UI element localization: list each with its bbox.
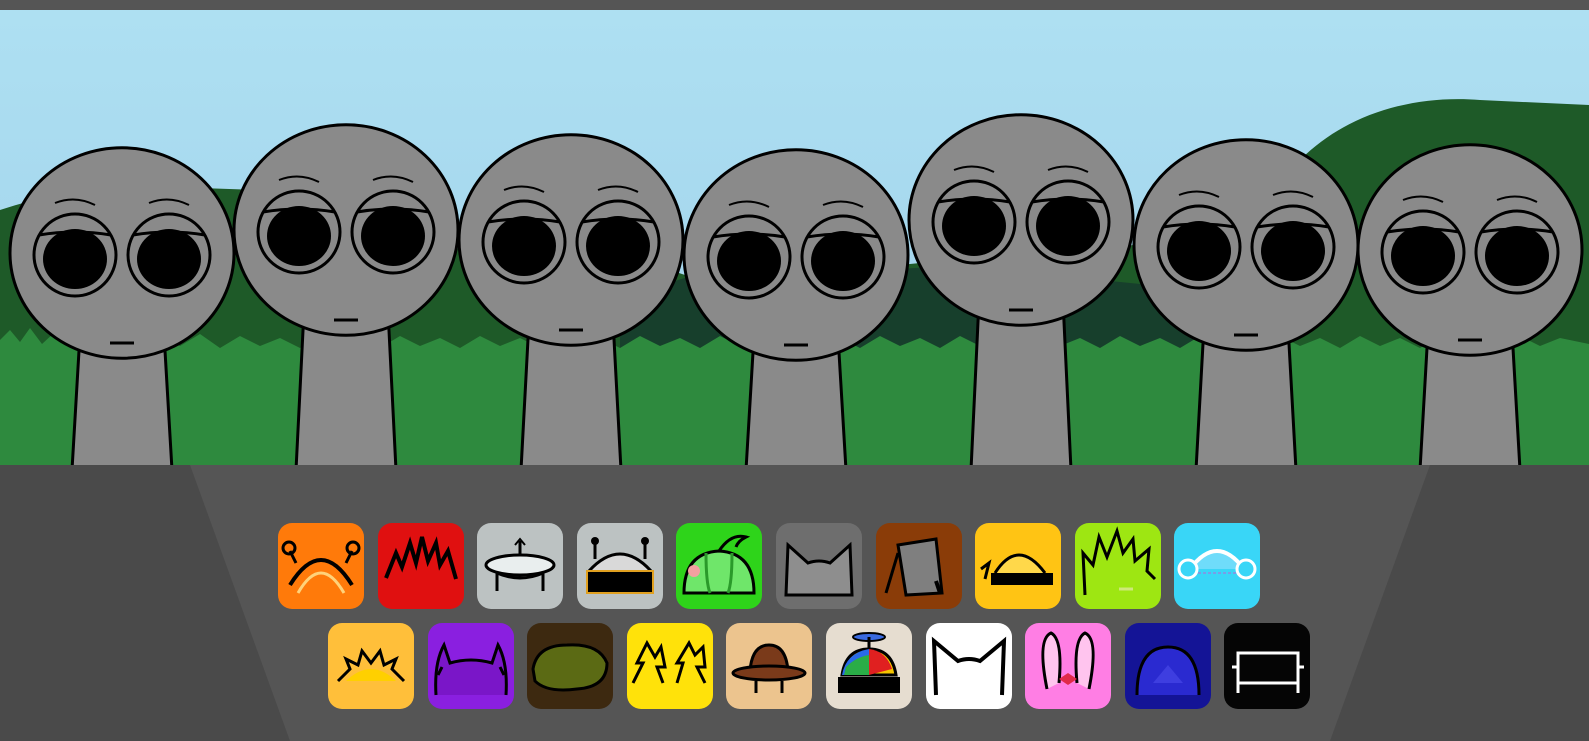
bunny-ears-bow-icon [1041, 631, 1095, 690]
selection-panel [0, 465, 1589, 741]
ufo-hat-button[interactable] [477, 523, 563, 609]
fedora-hat-button[interactable] [726, 623, 812, 709]
navy-dome-button[interactable] [1125, 623, 1211, 709]
ufo-hat-icon [484, 537, 556, 591]
melon-hat-icon [682, 534, 756, 595]
bunny-ears-bow-button[interactable] [1025, 623, 1111, 709]
melon-hat-button[interactable] [676, 523, 762, 609]
scene [0, 10, 1589, 465]
navy-dome-icon [1135, 645, 1201, 696]
white-cat-ears-icon [931, 636, 1007, 696]
lightning-hair-button[interactable] [627, 623, 713, 709]
black-frame-button[interactable] [1224, 623, 1310, 709]
hard-hat-visor-icon [980, 553, 1053, 585]
robot-visor-button[interactable] [577, 523, 663, 609]
blue-headphones-icon [1177, 549, 1257, 580]
bucket-hat-button[interactable] [876, 523, 962, 609]
hard-hat-visor-button[interactable] [975, 523, 1061, 609]
sunrise-crown-button[interactable] [328, 623, 414, 709]
leaf-bush-button[interactable] [527, 623, 613, 709]
green-spiky-hair-icon [1081, 526, 1157, 596]
green-spiky-hair-button[interactable] [1075, 523, 1161, 609]
cat-ears-gray-button[interactable] [776, 523, 862, 609]
antenna-headband-icon [281, 540, 361, 594]
propeller-cap-button[interactable] [826, 623, 912, 709]
spiky-red-hair-button[interactable] [378, 523, 464, 609]
spiky-red-hair-icon [384, 536, 458, 580]
fedora-hat-icon [731, 643, 807, 693]
robot-visor-icon [586, 537, 654, 594]
game-stage [0, 0, 1589, 741]
cat-ears-gray-icon [784, 541, 854, 597]
top-bar [0, 0, 1589, 10]
purple-horns-icon [434, 641, 508, 696]
white-cat-ears-button[interactable] [926, 623, 1012, 709]
leaf-bush-icon [531, 643, 609, 692]
black-frame-icon [1232, 651, 1304, 693]
sunrise-crown-icon [336, 647, 406, 683]
propeller-cap-icon [838, 632, 900, 693]
bucket-hat-icon [884, 537, 944, 597]
antenna-headband-button[interactable] [278, 523, 364, 609]
blue-headphones-button[interactable] [1174, 523, 1260, 609]
lightning-hair-icon [631, 639, 707, 684]
purple-horns-button[interactable] [428, 623, 514, 709]
